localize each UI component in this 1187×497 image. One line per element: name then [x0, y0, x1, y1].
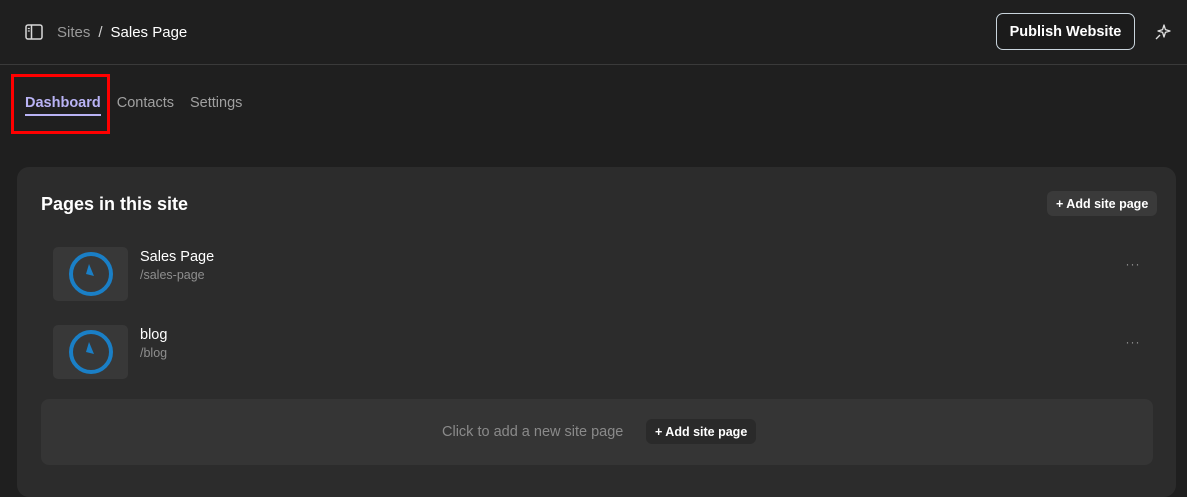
add-page-hint: Click to add a new site page	[442, 424, 624, 440]
sidebar-panel-icon[interactable]	[25, 24, 43, 40]
page-thumbnail	[53, 247, 128, 301]
breadcrumb-sites-link[interactable]: Sites	[57, 24, 90, 41]
pages-panel: Pages in this site + Add site page Sales…	[17, 167, 1176, 497]
page-name: Sales Page	[140, 249, 215, 265]
add-site-page-button-inline[interactable]: + Add site page	[646, 419, 757, 444]
sparkle-icon[interactable]	[1153, 22, 1173, 42]
page-thumbnail	[53, 325, 128, 379]
tab-settings[interactable]: Settings	[190, 94, 242, 116]
more-options-button[interactable]: ···	[1123, 335, 1143, 355]
page-row-sales-page[interactable]: Sales Page /sales-page ···	[53, 247, 1153, 302]
tab-dashboard[interactable]: Dashboard	[25, 94, 101, 116]
tab-bar: Dashboard Contacts Settings	[25, 94, 258, 118]
clock-icon	[68, 252, 113, 296]
clock-icon	[68, 330, 113, 374]
tab-contacts[interactable]: Contacts	[117, 94, 174, 116]
breadcrumb: Sites / Sales Page	[57, 22, 187, 42]
breadcrumb-current: Sales Page	[110, 23, 188, 41]
page-row-blog[interactable]: blog /blog ···	[53, 325, 1153, 380]
more-options-button[interactable]: ···	[1123, 257, 1143, 277]
publish-website-button[interactable]: Publish Website	[996, 13, 1135, 50]
add-page-dropzone[interactable]: Click to add a new site page + Add site …	[41, 399, 1153, 465]
page-name: blog	[140, 327, 168, 343]
breadcrumb-separator: /	[98, 23, 103, 41]
page-path: /blog	[140, 346, 168, 360]
top-bar: Sites / Sales Page Publish Website	[0, 0, 1187, 65]
add-site-page-button[interactable]: + Add site page	[1047, 191, 1158, 216]
page-path: /sales-page	[140, 268, 205, 282]
panel-title: Pages in this site	[41, 194, 189, 214]
